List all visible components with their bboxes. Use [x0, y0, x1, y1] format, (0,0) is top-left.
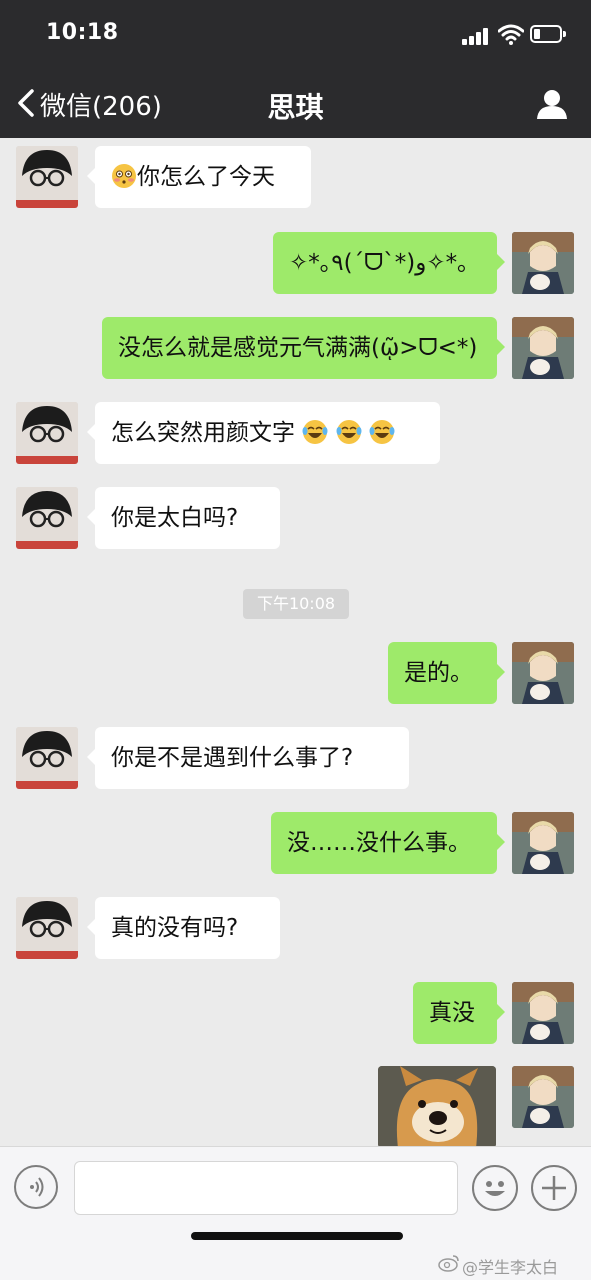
message-text: 没……没什么事。 — [287, 830, 471, 856]
flushed-emoji-icon — [112, 163, 136, 188]
voice-input-button[interactable] — [14, 1165, 58, 1209]
my-avatar[interactable] — [512, 1066, 574, 1128]
message-text: 没怎么就是感觉元气满满(ῷ>ᗜ<*) — [118, 335, 478, 361]
voice-icon — [30, 1177, 44, 1197]
weibo-logo-icon — [438, 1255, 459, 1272]
message-input[interactable] — [74, 1161, 458, 1215]
cellular-signal-icon — [462, 27, 490, 45]
profile-icon[interactable] — [536, 88, 568, 120]
smile-icon — [485, 1181, 505, 1196]
my-avatar[interactable] — [512, 642, 574, 704]
message-text: 你是太白吗? — [111, 505, 239, 531]
tears-of-joy-emoji-icon — [302, 419, 328, 444]
wechat-chat-screen: 10:18 微信(206) 思琪 你怎么了今天 ✧*｡٩(ˊᗜˋ*)و✧*｡ 没… — [0, 0, 591, 1280]
wifi-icon — [498, 24, 524, 45]
contact-avatar[interactable] — [16, 146, 78, 208]
message-list[interactable]: 你怎么了今天 ✧*｡٩(ˊᗜˋ*)و✧*｡ 没怎么就是感觉元气满满(ῷ>ᗜ<*)… — [0, 138, 591, 1146]
message-text: 怎么突然用颜文字 — [111, 420, 295, 446]
my-avatar[interactable] — [512, 232, 574, 294]
my-avatar[interactable] — [512, 812, 574, 874]
battery-icon — [530, 25, 566, 43]
message-bubble[interactable]: 你是不是遇到什么事了? — [87, 727, 409, 789]
message-text: ✧*｡٩(ˊᗜˋ*)و✧*｡ — [289, 250, 469, 276]
my-avatar[interactable] — [512, 317, 574, 379]
contact-avatar[interactable] — [16, 897, 78, 959]
message-text: 你怎么了今天 — [137, 164, 275, 190]
contact-avatar[interactable] — [16, 727, 78, 789]
message-text: 真没 — [429, 1000, 475, 1026]
watermark-text: @学生李太白 — [462, 1258, 559, 1277]
status-time: 10:18 — [46, 20, 119, 45]
tears-of-joy-emoji-icon — [369, 419, 395, 444]
top-bar: 10:18 微信(206) 思琪 — [0, 0, 591, 138]
chat-title: 思琪 — [267, 91, 324, 124]
dog-sticker-image[interactable] — [378, 1066, 496, 1146]
message-bubble[interactable]: 真的没有吗? — [87, 897, 280, 959]
message-timestamp: 下午10:08 — [243, 589, 349, 619]
message-bubble[interactable]: 没……没什么事。 — [271, 812, 505, 874]
message-bubble[interactable]: 你怎么了今天 — [87, 146, 311, 208]
plus-icon — [542, 1176, 566, 1200]
message-text: 真的没有吗? — [111, 915, 239, 941]
emoji-button[interactable] — [472, 1165, 518, 1211]
message-bubble[interactable]: 没怎么就是感觉元气满满(ῷ>ᗜ<*) — [102, 317, 505, 379]
message-bubble[interactable]: 是的。 — [388, 642, 505, 704]
contact-avatar[interactable] — [16, 487, 78, 549]
message-bubble[interactable]: 你是太白吗? — [87, 487, 280, 549]
message-text: 是的。 — [404, 660, 473, 686]
my-avatar[interactable] — [512, 982, 574, 1044]
more-button[interactable] — [531, 1165, 577, 1211]
message-bubble[interactable]: 怎么突然用颜文字 — [87, 402, 440, 464]
message-bubble[interactable]: 真没 — [413, 982, 505, 1044]
message-text: 你是不是遇到什么事了? — [111, 745, 354, 771]
message-bubble[interactable]: ✧*｡٩(ˊᗜˋ*)و✧*｡ — [273, 232, 505, 294]
home-indicator[interactable] — [191, 1232, 403, 1240]
tears-of-joy-emoji-icon — [336, 419, 362, 444]
contact-avatar[interactable] — [16, 402, 78, 464]
